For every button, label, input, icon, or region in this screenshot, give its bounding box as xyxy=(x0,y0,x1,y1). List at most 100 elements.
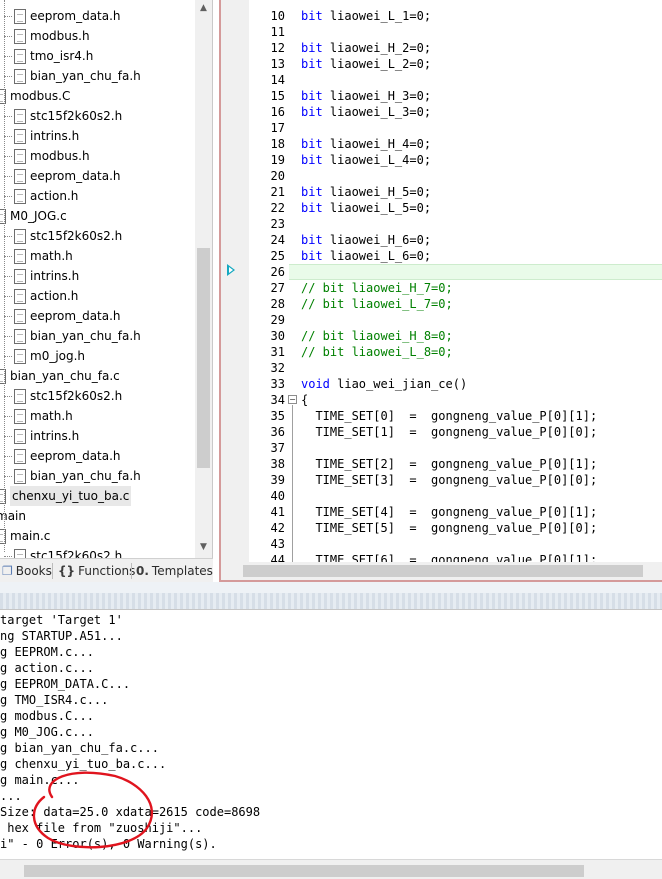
tree-item-group[interactable]: main xyxy=(0,506,195,526)
tree-connector xyxy=(4,356,12,357)
code-line[interactable]: bit liaowei_L_4=0; xyxy=(301,152,431,168)
code-line[interactable]: bit liaowei_L_6=0; xyxy=(301,248,431,264)
project-panel-tabs: ❐ Books {} Functions 0. Templates xyxy=(0,558,213,582)
code-editor-area[interactable]: 10 11 12 13 14 15 16 17 18 19 20 21 22 23 24 25 26 27 28 29… xyxy=(223,0,662,562)
tree-item-header-file[interactable]: stc15f2k60s2.h xyxy=(0,106,195,126)
build-output-line: g M0_JOG.c... xyxy=(0,725,94,739)
file-icon xyxy=(14,309,26,324)
tree-item-header-file[interactable]: stc15f2k60s2.h xyxy=(0,546,195,558)
tree-item-source-file[interactable]: chenxu_yi_tuo_ba.c xyxy=(0,486,195,506)
editor-horizontal-scrollbar[interactable] xyxy=(223,562,662,580)
tree-item-header-file[interactable]: intrins.h xyxy=(0,266,195,286)
code-line[interactable]: TIME_SET[1] = gongneng_value_P[0][0]; xyxy=(301,424,597,440)
tree-item-header-file[interactable]: tmo_isr4.h xyxy=(0,46,195,66)
output-window-titlebar[interactable] xyxy=(0,593,662,609)
line-number: 42 xyxy=(270,521,285,535)
code-line[interactable]: // bit liaowei_L_8=0; xyxy=(301,344,453,360)
tree-item-header-file[interactable]: action.h xyxy=(0,186,195,206)
line-number: 44 xyxy=(270,553,285,562)
tree-connector xyxy=(4,436,12,437)
tree-scroll-thumb[interactable] xyxy=(197,248,210,468)
code-line[interactable]: bit liaowei_H_6=0; xyxy=(301,232,431,248)
code-line[interactable]: bit liaowei_H_3=0; xyxy=(301,88,431,104)
code-token: liaowei_H_5=0; xyxy=(322,185,432,199)
code-line[interactable]: bit liaowei_L_2=0; xyxy=(301,56,431,72)
code-line[interactable]: TIME_SET[5] = gongneng_value_P[0][0]; xyxy=(301,520,597,536)
scroll-up-arrow-icon[interactable]: ▲ xyxy=(195,0,212,17)
tree-item-header-file[interactable]: bian_yan_chu_fa.h xyxy=(0,466,195,486)
build-output-window[interactable]: target 'Target 1' ng STARTUP.A51... g EEPR… xyxy=(0,609,662,859)
code-line[interactable]: bit liaowei_H_4=0; xyxy=(301,136,431,152)
tree-item-header-file[interactable]: m0_jog.h xyxy=(0,346,195,366)
build-output-line: g TMO_ISR4.c... xyxy=(0,693,109,707)
tree-item-source-file[interactable]: main.c xyxy=(0,526,195,546)
code-line[interactable]: TIME_SET[3] = gongneng_value_P[0][0]; xyxy=(301,472,597,488)
line-number: 40 xyxy=(270,489,285,503)
code-line[interactable]: // bit liaowei_H_8=0; xyxy=(301,328,453,344)
editor-scroll-thumb[interactable] xyxy=(243,565,643,577)
code-line[interactable]: bit liaowei_H_2=0; xyxy=(301,40,431,56)
tree-item-label: M0_JOG.c xyxy=(10,209,67,223)
tree-connector xyxy=(4,116,12,117)
code-line[interactable]: void liao_wei_jian_ce() xyxy=(301,376,467,392)
scroll-down-arrow-icon[interactable]: ▼ xyxy=(195,539,212,556)
code-line[interactable]: // bit liaowei_L_7=0; xyxy=(301,296,453,312)
tab-books[interactable]: ❐ Books xyxy=(2,561,52,581)
tree-item-source-file[interactable]: bian_yan_chu_fa.c xyxy=(0,366,195,386)
tree-item-header-file[interactable]: action.h xyxy=(0,286,195,306)
code-token: liaowei_L_5=0; xyxy=(322,201,432,215)
code-line[interactable]: { xyxy=(301,392,308,408)
tree-item-header-file[interactable]: stc15f2k60s2.h xyxy=(0,226,195,246)
line-number: 31 xyxy=(270,345,285,359)
tab-templates[interactable]: 0. Templates xyxy=(136,561,213,581)
code-line[interactable]: TIME_SET[0] = gongneng_value_P[0][1]; xyxy=(301,408,597,424)
code-line[interactable]: TIME_SET[2] = gongneng_value_P[0][1]; xyxy=(301,456,597,472)
build-output-line: g EEPROM_DATA.C... xyxy=(0,677,131,691)
file-icon xyxy=(14,169,26,184)
file-icon xyxy=(14,329,26,344)
fold-toggle-icon[interactable]: − xyxy=(288,395,297,404)
tree-item-header-file[interactable]: eeprom_data.h xyxy=(0,166,195,186)
output-scroll-thumb[interactable] xyxy=(24,865,584,877)
project-tree[interactable]: eeprom_data.h modbus.h tmo_isr4.h bian_yan_… xyxy=(0,0,213,558)
tree-item-header-file[interactable]: math.h xyxy=(0,406,195,426)
code-line[interactable]: TIME_SET[4] = gongneng_value_P[0][1]; xyxy=(301,504,597,520)
keyword-token: bit xyxy=(301,57,323,71)
breakpoint-gutter[interactable] xyxy=(223,0,249,562)
tree-item-header-file[interactable]: modbus.h xyxy=(0,26,195,46)
keyword-token: void xyxy=(301,377,330,391)
code-line[interactable]: bit liaowei_L_3=0; xyxy=(301,104,431,120)
file-icon xyxy=(14,109,26,124)
tree-item-header-file[interactable]: eeprom_data.h xyxy=(0,6,195,26)
output-horizontal-scrollbar[interactable] xyxy=(0,859,662,879)
tree-item-header-file[interactable]: math.h xyxy=(0,246,195,266)
tab-functions[interactable]: {} Functions xyxy=(58,561,135,581)
line-number: 39 xyxy=(270,473,285,487)
line-number: 26 xyxy=(270,265,285,279)
tree-item-header-file[interactable]: bian_yan_chu_fa.h xyxy=(0,66,195,86)
code-line[interactable]: bit liaowei_L_5=0; xyxy=(301,200,431,216)
tree-item-header-file[interactable]: eeprom_data.h xyxy=(0,446,195,466)
tree-item-header-file[interactable]: intrins.h xyxy=(0,426,195,446)
tree-item-header-file[interactable]: stc15f2k60s2.h xyxy=(0,386,195,406)
tree-item-source-file[interactable]: modbus.C xyxy=(0,86,195,106)
code-line[interactable]: bit liaowei_H_5=0; xyxy=(301,184,431,200)
tree-connector xyxy=(4,416,12,417)
tree-item-header-file[interactable]: intrins.h xyxy=(0,126,195,146)
tree-item-label: modbus.C xyxy=(10,89,71,103)
tree-item-header-file[interactable]: eeprom_data.h xyxy=(0,306,195,326)
tree-vertical-scrollbar[interactable]: ▲ ▼ xyxy=(195,0,212,558)
line-number: 25 xyxy=(270,249,285,263)
tree-item-header-file[interactable]: modbus.h xyxy=(0,146,195,166)
code-line[interactable]: bit liaowei_L_1=0; xyxy=(301,8,431,24)
tree-item-label: stc15f2k60s2.h xyxy=(30,229,123,243)
code-line[interactable]: // bit liaowei_H_7=0; xyxy=(301,280,453,296)
tree-connector xyxy=(4,456,12,457)
tree-item-source-file[interactable]: M0_JOG.c xyxy=(0,206,195,226)
tree-item-label: chenxu_yi_tuo_ba.c xyxy=(10,486,132,506)
file-icon xyxy=(14,29,26,44)
tree-item-header-file[interactable]: bian_yan_chu_fa.h xyxy=(0,326,195,346)
code-line[interactable]: TIME_SET[6] = gongneng_value_P[0][1]; xyxy=(301,552,597,562)
line-number: 17 xyxy=(270,121,285,135)
file-icon xyxy=(14,269,26,284)
